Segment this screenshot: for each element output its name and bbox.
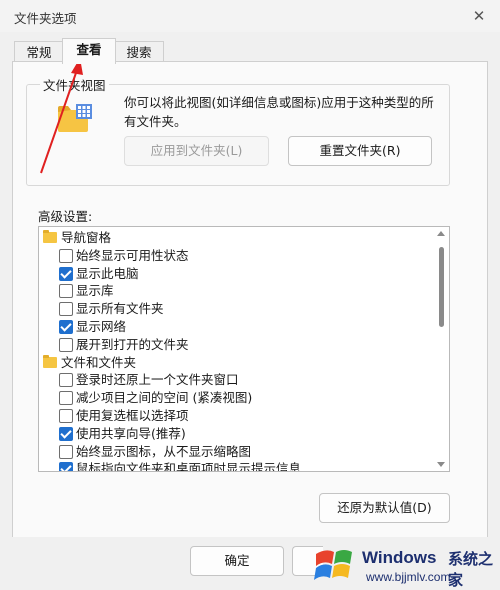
watermark-url: www.bjjmlv.com — [366, 570, 451, 584]
checkbox[interactable] — [59, 337, 73, 352]
settings-option-label: 始终显示图标，从不显示缩略图 — [76, 443, 252, 459]
settings-option-label: 登录时还原上一个文件夹窗口 — [76, 372, 239, 388]
settings-group-label: 文件和文件夹 — [61, 354, 137, 370]
checkbox[interactable] — [59, 426, 73, 441]
checkbox[interactable] — [59, 284, 73, 299]
ok-button[interactable]: 确定 — [190, 546, 284, 576]
checkbox[interactable] — [59, 409, 73, 423]
folder-view-icon — [58, 104, 92, 132]
dialog-title: 文件夹选项 — [14, 11, 77, 26]
checkbox[interactable] — [59, 266, 73, 281]
checkbox[interactable] — [59, 248, 73, 263]
settings-option-label: 显示所有文件夹 — [76, 301, 164, 317]
tab-label: 常规 — [26, 45, 52, 60]
scroll-down-icon[interactable] — [437, 462, 445, 467]
settings-option-label: 使用共享向导(推荐) — [76, 425, 186, 441]
tab-view[interactable]: 查看 — [62, 38, 116, 64]
settings-option-label: 展开到打开的文件夹 — [76, 336, 189, 352]
restore-defaults-button[interactable]: 还原为默认值(D) — [319, 493, 450, 523]
settings-option-label: 减少项目之间的空间 (紧凑视图) — [76, 390, 253, 406]
settings-option-label: 显示网络 — [76, 319, 127, 334]
title-bar: 文件夹选项 ✕ — [0, 0, 500, 32]
settings-option-label: 始终显示可用性状态 — [76, 247, 189, 263]
tab-search[interactable]: 搜索 — [114, 41, 164, 63]
folder-icon — [43, 354, 57, 368]
checkbox[interactable] — [59, 391, 73, 406]
settings-group-label: 导航窗格 — [61, 230, 112, 245]
checkbox[interactable] — [59, 302, 73, 317]
settings-option-label: 显示此电脑 — [76, 265, 139, 281]
close-icon[interactable]: ✕ — [468, 6, 490, 26]
folder-views-description: 你可以将此视图(如详细信息或图标)应用于这种类型的所有文件夹。 — [124, 95, 434, 129]
windows-logo-icon — [314, 550, 352, 580]
checkbox[interactable] — [59, 373, 73, 388]
advanced-settings-list[interactable]: 导航窗格始终显示可用性状态 显示此电脑显示库显示所有文件夹 显示网络展开到打开的文件… — [38, 226, 450, 472]
settings-option-label: 使用复选框以选择项 — [76, 408, 189, 423]
scrollbar[interactable] — [433, 227, 449, 471]
checkbox[interactable] — [59, 320, 73, 334]
watermark-brand: Windows — [362, 548, 437, 567]
apply-to-folders-button[interactable]: 应用到文件夹(L) — [124, 136, 269, 166]
tab-label: 搜索 — [126, 45, 152, 60]
navigation-pane-icon — [43, 230, 57, 243]
settings-option-label: 鼠标指向文件夹和桌面项时显示提示信息 — [76, 461, 302, 472]
advanced-settings-label: 高级设置: — [38, 209, 93, 224]
scroll-up-icon[interactable] — [437, 231, 445, 236]
settings-option-label: 显示库 — [76, 283, 114, 299]
checkbox[interactable] — [59, 444, 73, 459]
folder-views-label: 文件夹视图 — [40, 75, 109, 94]
scrollbar-thumb[interactable] — [439, 247, 444, 327]
reset-folders-button[interactable]: 重置文件夹(R) — [288, 136, 432, 166]
tab-label: 查看 — [76, 42, 102, 57]
watermark: Windows 系统之家 www.bjjmlv.com — [310, 538, 500, 590]
watermark-brand-cn: 系统之家 — [448, 550, 494, 589]
tab-general[interactable]: 常规 — [14, 41, 64, 63]
checkbox[interactable] — [59, 462, 73, 471]
